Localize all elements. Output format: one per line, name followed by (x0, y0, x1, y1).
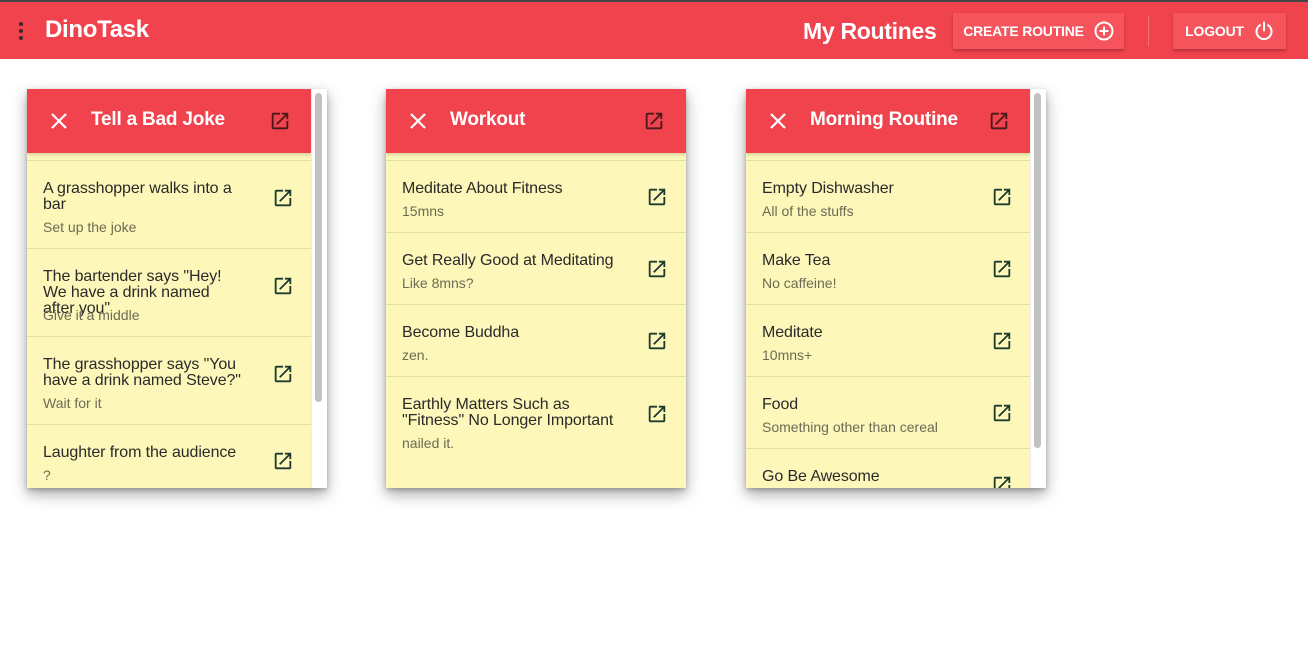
power-icon (1254, 21, 1274, 41)
close-icon[interactable] (408, 111, 428, 131)
plus-circle-icon (1094, 21, 1114, 41)
item-title: Empty Dishwasher (762, 180, 894, 197)
open-in-new-icon[interactable] (269, 110, 291, 132)
routine-item[interactable]: Become Buddha zen. (386, 304, 686, 376)
item-title: Food (762, 396, 799, 413)
open-in-new-icon[interactable] (646, 186, 668, 208)
open-in-new-icon[interactable] (272, 363, 294, 385)
scrollbar[interactable] (311, 89, 327, 488)
item-title: Go Be Awesome (762, 468, 880, 485)
item-subtitle: nailed it. (402, 435, 455, 451)
open-in-new-icon[interactable] (272, 187, 294, 209)
item-subtitle: 10mns+ (762, 347, 813, 363)
routine-title: Tell a Bad Joke (91, 109, 225, 130)
item-subtitle: Like 8mns? (402, 275, 474, 291)
open-in-new-icon[interactable] (646, 258, 668, 280)
open-in-new-icon[interactable] (272, 450, 294, 472)
app-brand[interactable]: DinoTask (45, 16, 149, 44)
item-title: Meditate (762, 324, 823, 341)
item-subtitle: Give it a middle (43, 307, 140, 323)
routine-item[interactable]: Empty Dishwasher All of the stuffs (746, 160, 1031, 232)
open-in-new-icon[interactable] (991, 186, 1013, 208)
routine-item-list: Empty Dishwasher All of the stuffs Make … (746, 160, 1031, 488)
logout-label: LOGOUT (1185, 23, 1244, 39)
routine-item-list: Meditate About Fitness 15mns Get Really … (386, 160, 686, 464)
scrollbar[interactable] (1030, 89, 1046, 488)
item-title: Earthly Matters Such as "Fitness" No Lon… (402, 396, 614, 429)
item-title: Become Buddha (402, 324, 520, 341)
routine-title: Morning Routine (810, 109, 958, 130)
open-in-new-icon[interactable] (991, 402, 1013, 424)
open-in-new-icon[interactable] (991, 258, 1013, 280)
routine-item[interactable]: Get Really Good at Meditating Like 8mns? (386, 232, 686, 304)
open-in-new-icon[interactable] (272, 275, 294, 297)
app-bar: DinoTask My Routines CREATE ROUTINE LOGO… (0, 2, 1308, 59)
more-vert-icon[interactable] (14, 22, 28, 44)
routine-item-list: A grasshopper walks into a bar Set up th… (27, 160, 312, 488)
routine-item[interactable]: A grasshopper walks into a bar Set up th… (27, 160, 312, 248)
routine-item[interactable]: Food Something other than cereal (746, 376, 1031, 448)
toolbar-divider (1148, 16, 1149, 46)
open-in-new-icon[interactable] (643, 110, 665, 132)
item-subtitle: Something other than cereal (762, 419, 938, 435)
scrollbar-thumb[interactable] (1034, 93, 1041, 448)
open-in-new-icon[interactable] (991, 330, 1013, 352)
routine-title: Workout (450, 109, 526, 130)
create-routine-button[interactable]: CREATE ROUTINE (953, 13, 1124, 49)
close-icon[interactable] (768, 111, 788, 131)
item-title: Make Tea (762, 252, 831, 269)
open-in-new-icon[interactable] (988, 110, 1010, 132)
routine-card-morning: Morning Routine Empty Dishwasher All of … (746, 89, 1046, 488)
item-title: A grasshopper walks into a bar (43, 180, 232, 213)
routine-item[interactable]: The grasshopper says "You have a drink n… (27, 336, 312, 424)
create-routine-label: CREATE ROUTINE (963, 23, 1084, 39)
routine-card-header: Morning Routine (746, 89, 1031, 153)
routine-card-header: Workout (386, 89, 686, 153)
scrollbar-thumb[interactable] (315, 93, 322, 402)
routine-item[interactable]: Meditate 10mns+ (746, 304, 1031, 376)
item-subtitle: Wait for it (43, 395, 102, 411)
page-title: My Routines (803, 18, 937, 44)
routine-card-workout: Workout Meditate About Fitness 15mns Get… (386, 89, 686, 488)
routine-item[interactable]: The bartender says "Hey! We have a drink… (27, 248, 312, 336)
routine-item[interactable]: Meditate About Fitness 15mns (386, 160, 686, 232)
item-title: Get Really Good at Meditating (402, 252, 614, 269)
item-subtitle: Set up the joke (43, 219, 137, 235)
item-title: Meditate About Fitness (402, 180, 563, 197)
close-icon[interactable] (49, 111, 69, 131)
logout-button[interactable]: LOGOUT (1173, 13, 1286, 49)
open-in-new-icon[interactable] (646, 330, 668, 352)
routine-card-header: Tell a Bad Joke (27, 89, 312, 153)
routine-item[interactable]: Go Be Awesome (746, 448, 1031, 488)
item-subtitle: zen. (402, 347, 429, 363)
item-title: The grasshopper says "You have a drink n… (43, 356, 241, 389)
item-title: Laughter from the audience (43, 444, 237, 461)
open-in-new-icon[interactable] (991, 474, 1013, 488)
item-subtitle: No caffeine! (762, 275, 837, 291)
item-subtitle: All of the stuffs (762, 203, 854, 219)
routine-item[interactable]: Earthly Matters Such as "Fitness" No Lon… (386, 376, 686, 464)
routine-card-bad-joke: Tell a Bad Joke A grasshopper walks into… (27, 89, 327, 488)
open-in-new-icon[interactable] (646, 403, 668, 425)
routine-item[interactable]: Make Tea No caffeine! (746, 232, 1031, 304)
item-subtitle: 15mns (402, 203, 445, 219)
item-subtitle: ? (43, 467, 51, 483)
routine-item[interactable]: Laughter from the audience ? (27, 424, 312, 488)
